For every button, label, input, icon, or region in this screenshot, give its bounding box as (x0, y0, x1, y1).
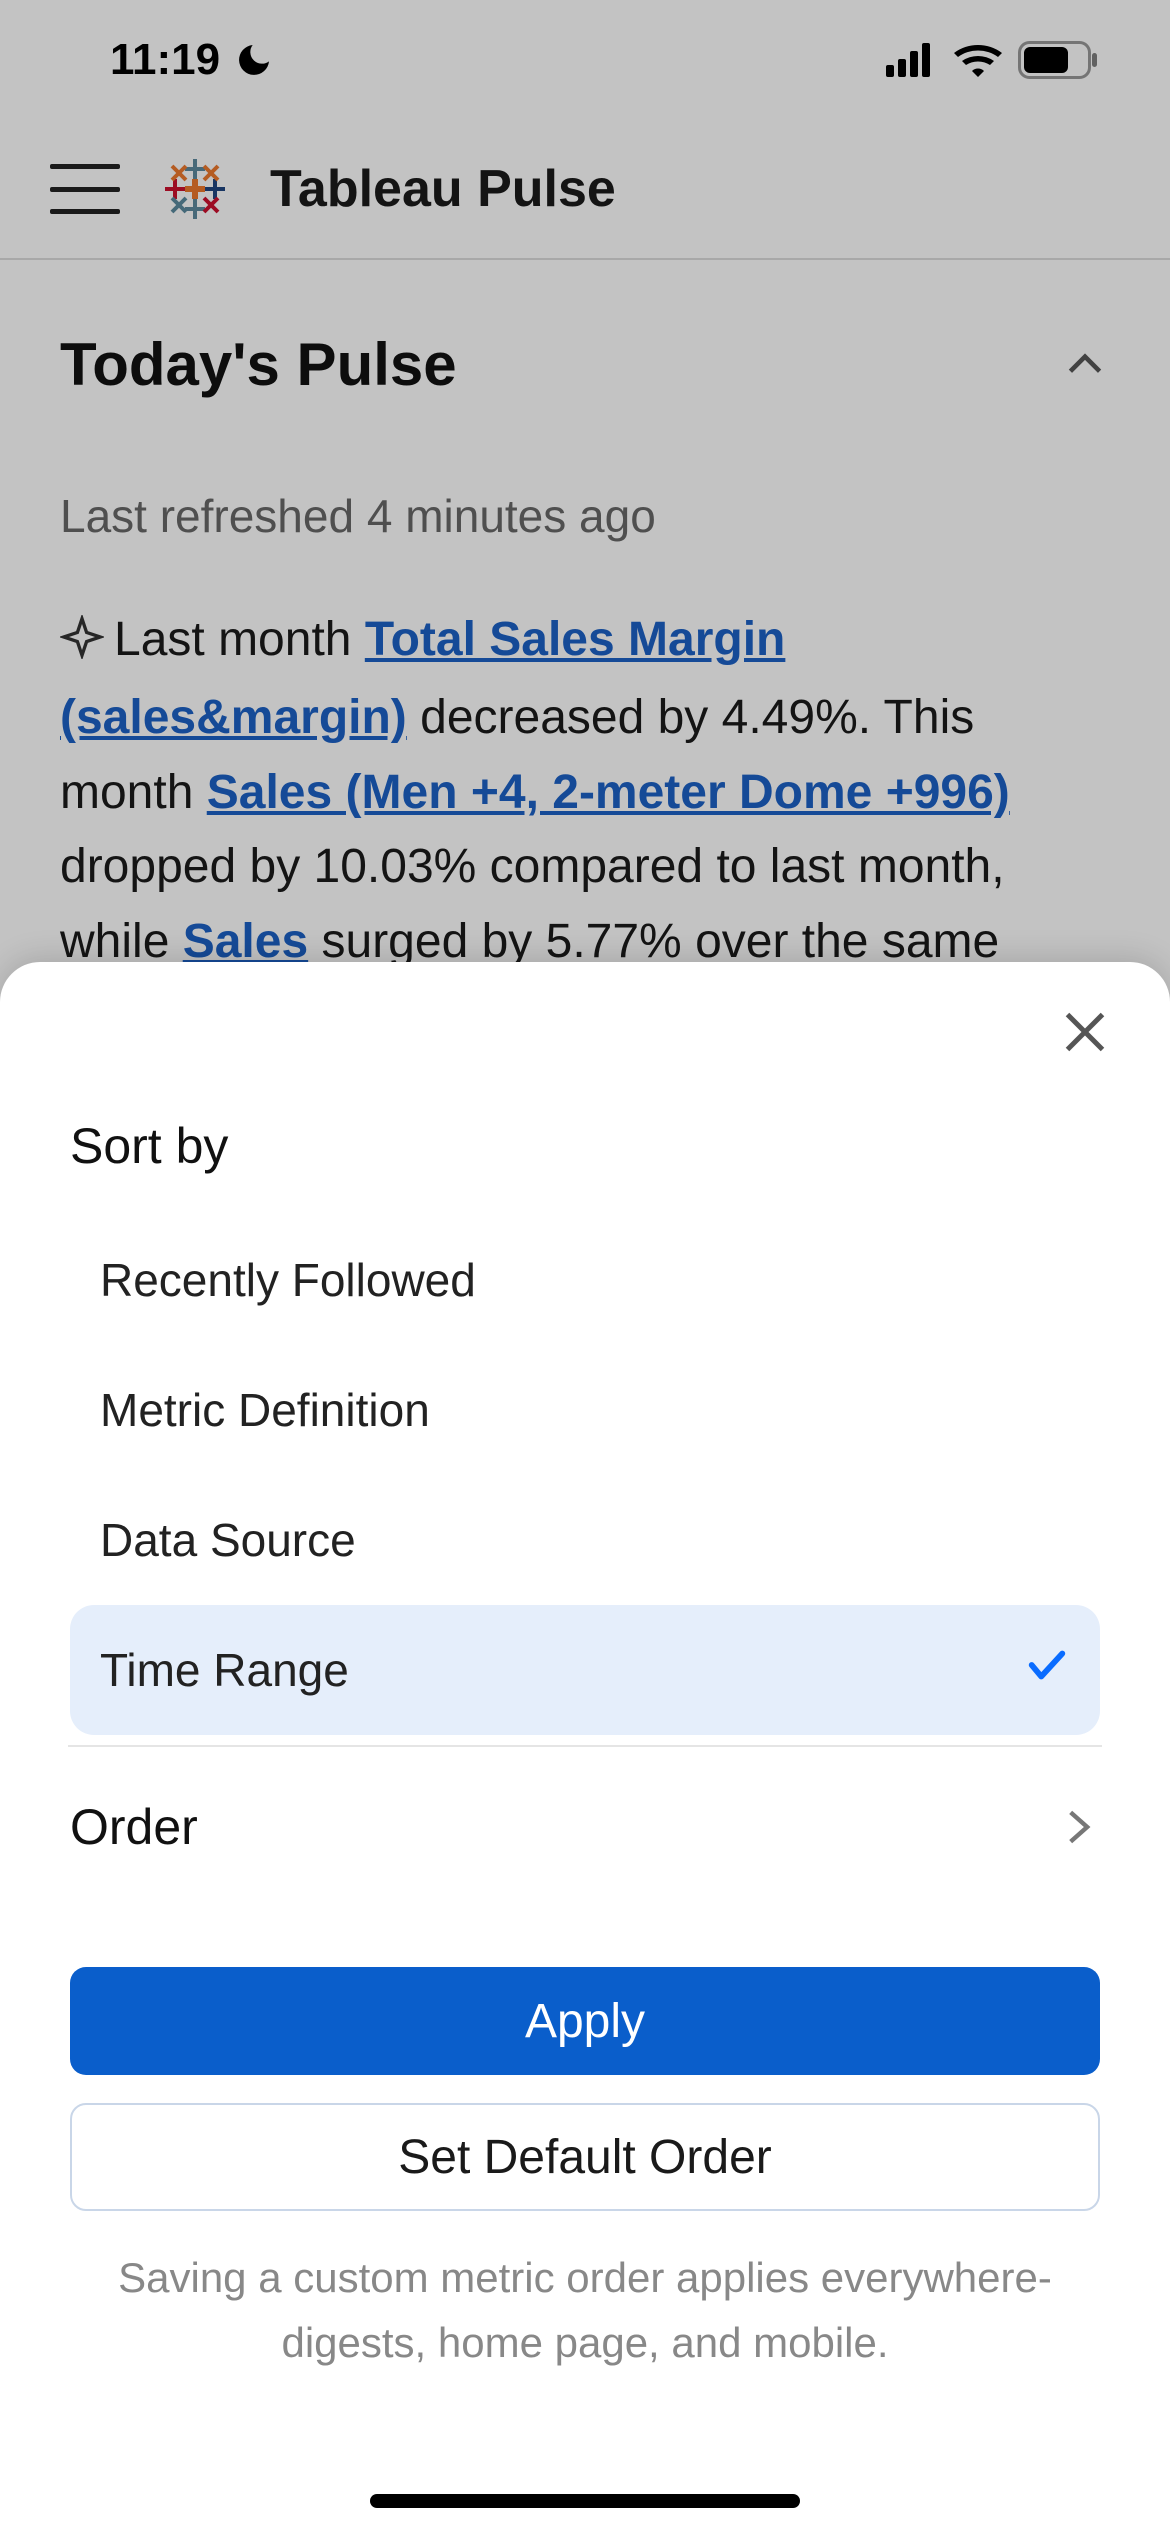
close-icon (1055, 1002, 1115, 1062)
battery-icon (1018, 41, 1100, 79)
wifi-icon (954, 43, 1002, 77)
pulse-title: Today's Pulse (60, 330, 457, 399)
divider (68, 1745, 1102, 1747)
status-right (886, 41, 1100, 79)
order-label: Order (70, 1798, 198, 1856)
sheet-note: Saving a custom metric order applies eve… (70, 2245, 1100, 2375)
sort-sheet: Sort by Recently Followed Metric Definit… (0, 962, 1170, 2532)
check-icon (1024, 1642, 1070, 1699)
order-row[interactable]: Order (70, 1757, 1100, 1897)
option-label: Data Source (100, 1513, 356, 1567)
option-time-range[interactable]: Time Range (70, 1605, 1100, 1735)
app-header: Tableau Pulse (0, 120, 1170, 260)
tableau-logo-icon (160, 154, 230, 224)
insight-t1: Last month (114, 613, 365, 666)
option-data-source[interactable]: Data Source (70, 1475, 1100, 1605)
moon-icon (234, 40, 274, 80)
chevron-right-icon (1056, 1805, 1100, 1849)
menu-button[interactable] (50, 164, 120, 214)
sheet-title: Sort by (70, 1117, 1100, 1175)
pulse-header[interactable]: Today's Pulse (60, 330, 1110, 399)
option-label: Recently Followed (100, 1253, 476, 1307)
chevron-up-icon (1060, 340, 1110, 390)
home-indicator[interactable] (370, 2494, 800, 2508)
sort-options: Recently Followed Metric Definition Data… (70, 1215, 1100, 1735)
apply-label: Apply (525, 1994, 645, 2049)
option-label: Metric Definition (100, 1383, 430, 1437)
status-left: 11:19 (110, 35, 274, 85)
main-content: Today's Pulse Last refreshed 4 minutes a… (0, 260, 1170, 979)
app-title: Tableau Pulse (270, 159, 616, 219)
link-sales-men-dome[interactable]: Sales (Men +4, 2-meter Dome +996) (207, 766, 1010, 819)
sparkle-icon (60, 607, 104, 681)
cellular-icon (886, 43, 938, 77)
apply-button[interactable]: Apply (70, 1967, 1100, 2075)
close-button[interactable] (1055, 1002, 1115, 1067)
insight-text: Last month Total Sales Margin (sales&mar… (60, 603, 1110, 979)
last-refreshed: Last refreshed 4 minutes ago (60, 489, 1110, 543)
option-metric-definition[interactable]: Metric Definition (70, 1345, 1100, 1475)
status-bar: 11:19 (0, 0, 1170, 120)
option-label: Time Range (100, 1643, 349, 1697)
option-recently-followed[interactable]: Recently Followed (70, 1215, 1100, 1345)
link-sales[interactable]: Sales (183, 915, 308, 968)
set-default-order-label: Set Default Order (398, 2130, 772, 2185)
insight-t4: surged by 5.77% over the same (308, 915, 999, 968)
set-default-order-button[interactable]: Set Default Order (70, 2103, 1100, 2211)
status-time: 11:19 (110, 35, 220, 85)
